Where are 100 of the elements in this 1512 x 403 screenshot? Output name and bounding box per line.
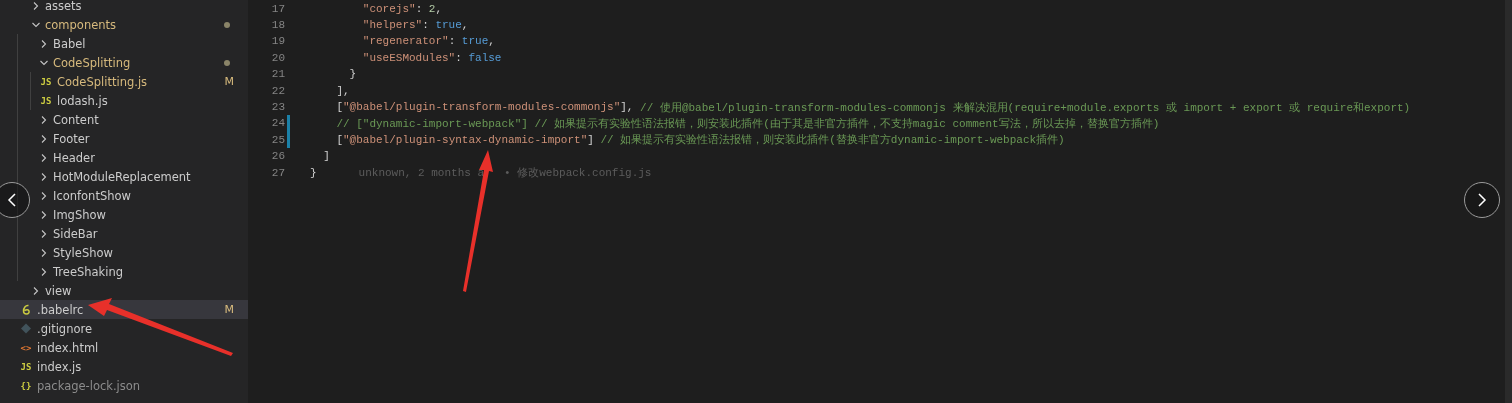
keyword-token: false [468, 51, 502, 64]
chevron-icon[interactable] [39, 38, 49, 49]
item-label: .gitignore [37, 321, 94, 336]
chevron-icon[interactable] [31, 285, 41, 296]
punctuation-token: : [415, 2, 424, 15]
file-item[interactable]: JS CodeSplitting.js M [0, 72, 248, 91]
file-item[interactable]: JS index.js [0, 357, 248, 376]
diamond-icon [20, 323, 32, 334]
line-number: 22 [270, 84, 285, 97]
folder-item[interactable]: CodeSplitting [0, 53, 248, 72]
string-token: "@babel/plugin-transform-modules-commonjs" [343, 101, 621, 114]
git-status-label: M [224, 303, 234, 316]
line-number: 21 [270, 68, 285, 81]
folder-item[interactable]: Content [0, 110, 248, 129]
item-label: ImgShow [53, 207, 107, 222]
code-comment: // ["dynamic-import-webpack"] // 如果提示有实验性语法报错，则安装此插件(由于其是非官方插件，不支持magic comment写法，所以去掉，替换官方插件) [335, 116, 1160, 131]
line-number: 26 [270, 150, 285, 163]
punctuation-token: ] [322, 150, 330, 163]
punctuation-token: : [448, 35, 457, 48]
item-label: Header [53, 150, 96, 165]
punctuation-token: : [455, 51, 463, 64]
babel-icon [20, 304, 32, 315]
punctuation-token: [ [335, 101, 343, 114]
item-label: assets [45, 0, 83, 13]
item-label: IconfontShow [53, 188, 132, 203]
file-type-icon: {} [20, 380, 32, 391]
file-type-icon: <> [20, 342, 32, 353]
folder-item[interactable]: Babel [0, 34, 248, 53]
folder-item[interactable]: Header [0, 148, 248, 167]
punctuation-token: ], [620, 101, 635, 114]
folder-item[interactable]: assets [0, 0, 248, 15]
line-number: 20 [270, 51, 285, 64]
file-item[interactable]: .babelrc M [0, 300, 248, 319]
file-item[interactable]: JS lodash.js [0, 91, 248, 110]
punctuation-token: , [488, 35, 495, 48]
chevron-icon[interactable] [39, 114, 49, 125]
file-item[interactable]: {} package-lock.json [0, 376, 248, 395]
folder-item[interactable]: StyleShow [0, 243, 248, 262]
chevron-icon[interactable] [39, 171, 49, 182]
item-label: TreeShaking [53, 264, 125, 279]
line-number: 25 [270, 133, 285, 146]
punctuation-token: ] [587, 133, 595, 146]
chevron-icon[interactable] [39, 247, 49, 258]
item-label: index.js [37, 359, 83, 374]
chevron-icon[interactable] [39, 190, 49, 201]
chevron-icon[interactable] [31, 0, 41, 11]
chevron-icon[interactable] [39, 133, 49, 144]
chevron-icon[interactable] [39, 228, 49, 239]
item-label: Babel [53, 36, 87, 51]
item-label: StyleShow [53, 245, 114, 260]
line-number: 24 [270, 117, 285, 130]
item-label: SideBar [53, 226, 99, 241]
item-label: CodeSplitting [53, 55, 132, 70]
folder-item[interactable]: ImgShow [0, 205, 248, 224]
file-type-icon: JS [40, 95, 52, 106]
item-label: HotModuleReplacement [53, 169, 192, 184]
code-comment: // 使用@babel/plugin-transform-modules-commonjs 来解决混用(require+module.exports 或 import + export 或 require和export) [640, 100, 1411, 115]
string-token: "regenerator" [361, 35, 449, 48]
keyword-token: true [435, 19, 462, 32]
folder-item[interactable]: TreeShaking [0, 262, 248, 281]
folder-item[interactable]: IconfontShow [0, 186, 248, 205]
blame-annotation: • 修改webpack.config.js [504, 166, 652, 181]
number-token: 2 [428, 2, 436, 15]
punctuation-token: , [461, 19, 469, 32]
git-status-label: M [224, 75, 234, 88]
folder-item[interactable]: components [0, 15, 248, 34]
item-label: components [45, 17, 118, 32]
punctuation-token: ], [335, 84, 350, 97]
next-button[interactable] [1464, 182, 1500, 218]
line-number: 27 [270, 166, 285, 179]
string-token: "@babel/plugin-syntax-dynamic-import" [343, 133, 588, 146]
chevron-icon[interactable] [39, 266, 49, 277]
chevron-icon[interactable] [39, 209, 49, 220]
line-number: 23 [270, 101, 285, 114]
folder-item[interactable]: HotModuleReplacement [0, 167, 248, 186]
punctuation-token: } [310, 166, 317, 179]
punctuation-token: [ [335, 133, 343, 146]
file-item[interactable]: <> index.html [0, 338, 248, 357]
file-item[interactable]: .gitignore [0, 319, 248, 338]
line-number: 17 [270, 2, 285, 15]
item-label: package-lock.json [37, 378, 142, 393]
line-number: 19 [270, 35, 285, 48]
item-label: index.html [37, 340, 100, 355]
file-type-icon: JS [40, 76, 52, 87]
previous-button[interactable] [0, 182, 30, 218]
file-type-icon: JS [20, 361, 32, 372]
code-comment: // 如果提示有实验性语法报错，则安装此插件(替换非官方dynamic-import-webpack插件) [600, 133, 1065, 148]
item-label: CodeSplitting.js [57, 74, 149, 89]
punctuation-token: , [435, 2, 443, 15]
string-token: "corejs" [361, 2, 416, 15]
folder-item[interactable]: Footer [0, 129, 248, 148]
item-label: .babelrc [37, 302, 85, 317]
punctuation-token: } [348, 68, 357, 81]
folder-item[interactable]: SideBar [0, 224, 248, 243]
string-token: "helpers" [361, 19, 423, 32]
chevron-right-icon [1476, 192, 1488, 208]
chevron-icon[interactable] [39, 152, 49, 163]
keyword-token: true [461, 35, 489, 48]
folder-item[interactable]: view [0, 281, 248, 300]
line-number: 18 [270, 19, 285, 32]
